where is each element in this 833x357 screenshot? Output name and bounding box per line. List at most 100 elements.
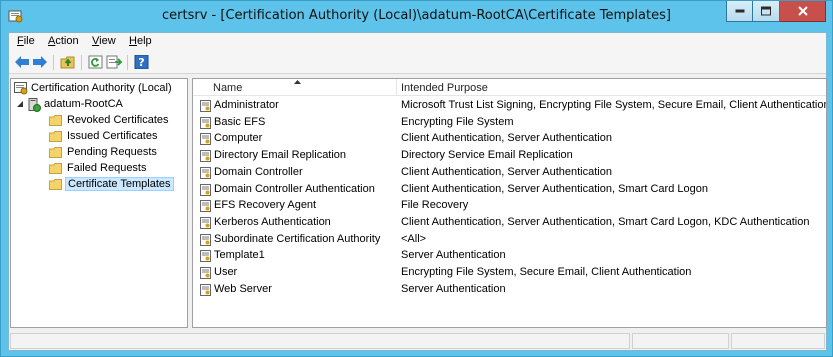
list-item[interactable]: Domain Controller Client Authentication, … xyxy=(193,165,826,181)
column-header-name[interactable]: Name xyxy=(213,82,242,94)
client-area: File Action View Help ? Certification Au… xyxy=(8,32,827,351)
list-item[interactable]: Web Server Server Authentication xyxy=(193,282,826,298)
intended-purpose: Server Authentication xyxy=(401,249,506,262)
menu-bar: File Action View Help xyxy=(9,33,826,51)
list-item[interactable]: Computer Client Authentication, Server Au… xyxy=(193,131,826,147)
ca-server-icon xyxy=(28,98,41,112)
close-icon xyxy=(797,6,808,16)
column-divider[interactable] xyxy=(396,79,397,96)
tree-label: Certificate Templates xyxy=(65,177,174,191)
template-name: Web Server xyxy=(214,282,272,295)
tree-item-issued-certificates[interactable]: Issued Certificates xyxy=(49,129,185,145)
folder-icon xyxy=(49,115,62,126)
intended-purpose: Encrypting File System, Secure Email, Cl… xyxy=(401,266,692,278)
tree-item-root[interactable]: Certification Authority (Local) xyxy=(14,81,186,97)
refresh-icon xyxy=(88,55,103,69)
certificate-template-icon xyxy=(200,183,211,196)
list-item[interactable]: Subordinate Certification Authority <All> xyxy=(193,232,826,248)
tree-label: Revoked Certificates xyxy=(67,114,169,126)
certificate-template-icon xyxy=(200,250,211,263)
status-bar xyxy=(9,332,826,350)
sort-ascending-icon xyxy=(294,80,301,84)
intended-purpose: File Recovery xyxy=(401,199,469,212)
export-list-icon xyxy=(106,55,122,69)
list-item[interactable]: Template1 Server Authentication xyxy=(193,248,826,264)
folder-icon xyxy=(49,163,62,174)
intended-purpose: <All> xyxy=(401,232,427,245)
certificate-template-icon xyxy=(200,200,211,213)
certificate-template-icon xyxy=(200,100,211,112)
title-bar[interactable]: certsrv - [Certification Authority (Loca… xyxy=(1,1,832,32)
intended-purpose: Client Authentication, Server Authentica… xyxy=(401,182,708,195)
svg-text:?: ? xyxy=(138,56,144,69)
menu-file[interactable]: File xyxy=(17,35,35,47)
tree-item-pending-requests[interactable]: Pending Requests xyxy=(49,145,185,161)
list-item[interactable]: Domain Controller Authentication Client A… xyxy=(193,182,826,198)
list-header: Name Intended Purpose xyxy=(193,79,826,96)
tree-item-revoked-certificates[interactable]: Revoked Certificates xyxy=(49,113,185,129)
menu-view[interactable]: View xyxy=(92,35,116,47)
list-item[interactable]: User Encrypting File System, Secure Email… xyxy=(193,265,826,281)
tree-label: Failed Requests xyxy=(67,162,147,174)
template-name: User xyxy=(214,266,238,278)
tree-label: Certification Authority (Local) xyxy=(31,82,172,94)
status-pane-3 xyxy=(731,333,825,349)
template-name: EFS Recovery Agent xyxy=(214,199,317,212)
list-item[interactable]: EFS Recovery Agent File Recovery xyxy=(193,198,826,214)
tree-item-certificate-templates[interactable]: Certificate Templates xyxy=(49,177,185,193)
console-tree[interactable]: Certification Authority (Local) adatum-R… xyxy=(10,78,188,328)
certificate-template-icon xyxy=(200,133,211,146)
template-name: Template1 xyxy=(214,249,265,262)
menu-help[interactable]: Help xyxy=(129,35,152,47)
close-button[interactable] xyxy=(780,1,826,22)
template-name: Subordinate Certification Authority xyxy=(214,232,381,245)
status-pane-2 xyxy=(632,333,729,349)
template-name: Kerberos Authentication xyxy=(214,215,331,228)
folder-icon xyxy=(49,131,62,142)
template-name: Domain Controller xyxy=(214,165,303,178)
template-name: Computer xyxy=(214,132,263,145)
intended-purpose: Server Authentication xyxy=(401,282,506,295)
tree-item-failed-requests[interactable]: Failed Requests xyxy=(49,161,185,177)
window-title: certsrv - [Certification Authority (Loca… xyxy=(162,8,671,23)
menu-action[interactable]: Action xyxy=(48,35,79,47)
mmc-window: certsrv - [Certification Authority (Loca… xyxy=(0,0,833,357)
export-list-button[interactable] xyxy=(105,54,123,71)
template-name: Domain Controller Authentication xyxy=(214,182,375,195)
tree-item-ca[interactable]: adatum-RootCA xyxy=(17,97,185,113)
certificate-template-icon xyxy=(200,283,211,296)
caption-buttons xyxy=(726,1,826,22)
toolbar-separator xyxy=(127,55,128,70)
details-list[interactable]: Name Intended Purpose Administrator Micro… xyxy=(192,78,827,328)
maximize-button[interactable] xyxy=(753,1,780,22)
toolbar-separator xyxy=(53,55,54,70)
intended-purpose: Directory Service Email Replication xyxy=(401,149,573,162)
intended-purpose: Encrypting File System xyxy=(401,115,514,128)
list-item[interactable]: Basic EFS Encrypting File System xyxy=(193,115,826,131)
list-item[interactable]: Administrator Microsoft Trust List Signin… xyxy=(193,98,826,114)
up-one-level-button[interactable] xyxy=(59,54,77,71)
template-name: Administrator xyxy=(214,99,279,111)
minimize-button[interactable] xyxy=(726,1,753,22)
toolbar: ? xyxy=(9,51,826,74)
certificate-template-icon xyxy=(200,216,211,229)
back-button[interactable] xyxy=(13,54,31,71)
certification-authority-icon xyxy=(14,82,28,95)
tree-label: Pending Requests xyxy=(67,146,157,158)
certificate-template-icon xyxy=(200,233,211,246)
help-button[interactable]: ? xyxy=(133,54,151,71)
back-arrow-icon xyxy=(15,56,29,68)
certificate-template-icon xyxy=(200,166,211,179)
intended-purpose: Client Authentication, Server Authentica… xyxy=(401,215,810,228)
intended-purpose: Client Authentication, Server Authentica… xyxy=(401,165,612,178)
list-item[interactable]: Directory Email Replication Directory Ser… xyxy=(193,148,826,164)
status-pane-main xyxy=(10,333,630,349)
list-item[interactable]: Kerberos Authentication Client Authentica… xyxy=(193,215,826,231)
toolbar-separator xyxy=(81,55,82,70)
forward-button[interactable] xyxy=(31,54,49,71)
column-header-intended-purpose[interactable]: Intended Purpose xyxy=(401,82,488,94)
tree-label: adatum-RootCA xyxy=(44,98,123,110)
up-folder-icon xyxy=(60,56,75,69)
expand-triangle-icon[interactable] xyxy=(17,101,24,108)
refresh-button[interactable] xyxy=(87,54,105,71)
